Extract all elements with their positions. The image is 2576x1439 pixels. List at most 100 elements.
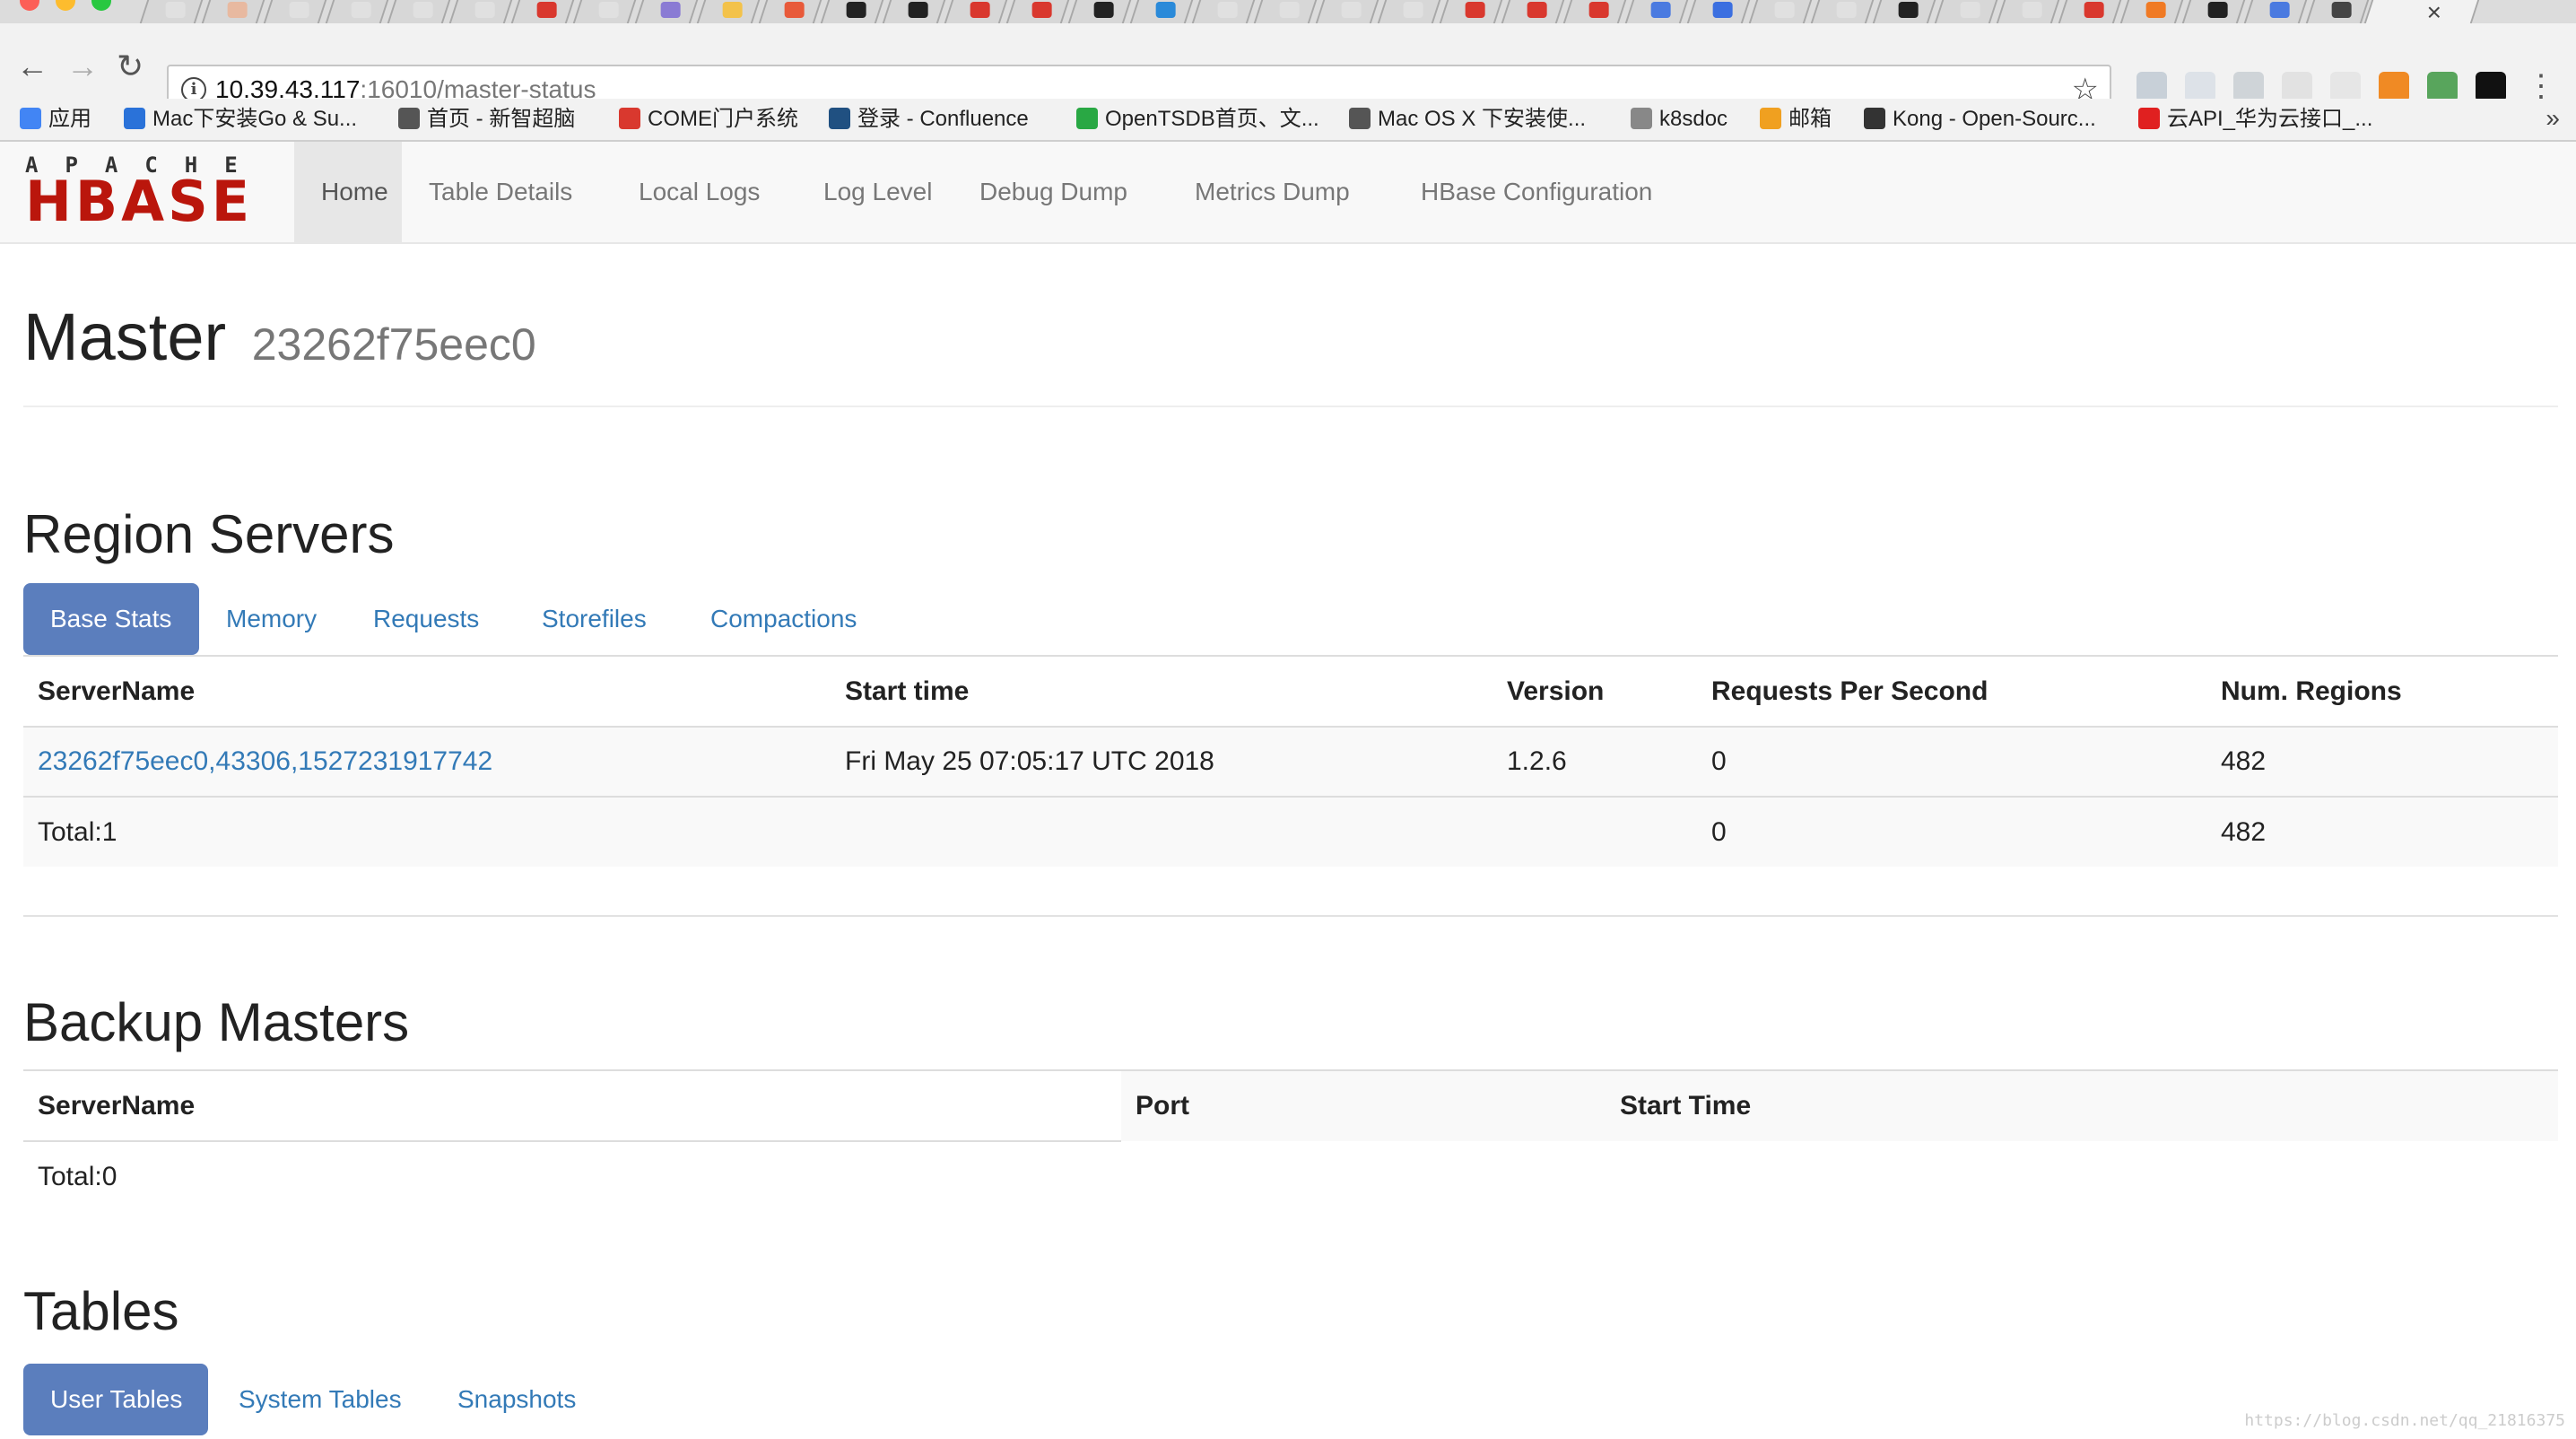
nav-home[interactable]: Home <box>294 142 402 242</box>
region-server-link[interactable]: 23262f75eec0,43306,1527231917742 <box>38 746 492 776</box>
browser-tab[interactable] <box>1439 0 1503 23</box>
browser-tab[interactable] <box>448 0 513 23</box>
browser-tab[interactable] <box>2305 0 2370 23</box>
tab-requests[interactable]: Requests <box>346 583 506 655</box>
browser-tab[interactable] <box>510 0 575 23</box>
bookmark-item[interactable]: 登录 - Confluence <box>829 106 1029 133</box>
nav-metrics-dump[interactable]: Metrics Dump <box>1168 142 1377 242</box>
tab-favicon-icon <box>2084 2 2104 18</box>
bookmark-item[interactable]: Mac下安装Go & Su... <box>124 106 357 133</box>
back-arrow-icon[interactable]: ← <box>16 50 48 83</box>
browser-tab[interactable] <box>1686 0 1751 23</box>
edit-page-icon <box>1349 108 1371 129</box>
browser-tab[interactable] <box>387 0 451 23</box>
browser-tab[interactable] <box>1005 0 1070 23</box>
tab-base-stats[interactable]: Base Stats <box>23 583 199 655</box>
hbase-logo[interactable]: APACHE HBASE <box>25 154 269 230</box>
bookmark-item[interactable]: 邮箱 <box>1760 106 1832 133</box>
tab-favicon-icon <box>413 2 433 18</box>
browser-tab[interactable] <box>1191 0 1256 23</box>
browser-tab[interactable] <box>882 0 946 23</box>
bookmark-label: Mac OS X 下安装使... <box>1378 107 1587 131</box>
bookmark-item[interactable]: 云API_华为云接口_... <box>2138 106 2372 133</box>
bookmarks-bar: 应用 Mac下安装Go & Su... 首页 - 新智超脑 COME门户系统 登录 - … <box>0 99 2576 142</box>
browser-tab[interactable] <box>1934 0 1998 23</box>
column-header: ServerName <box>23 1071 1121 1142</box>
bookmark-label: 邮箱 <box>1788 107 1832 131</box>
bookmark-item[interactable]: 应用 <box>20 106 91 133</box>
browser-tab[interactable] <box>696 0 761 23</box>
browser-tab[interactable] <box>1872 0 1936 23</box>
bookmark-item[interactable]: k8sdoc <box>1631 106 1727 133</box>
tab-memory[interactable]: Memory <box>199 583 344 655</box>
tab-compactions[interactable]: Compactions <box>683 583 883 655</box>
tab-storefiles[interactable]: Storefiles <box>515 583 674 655</box>
hbase-master-page: APACHE HBASE Home Table Details Local Lo… <box>0 142 2576 1439</box>
browser-tab[interactable] <box>2243 0 2308 23</box>
logo-hbase-text: HBASE <box>25 169 254 234</box>
bookmark-item[interactable]: Kong - Open-Sourc... <box>1864 106 2096 133</box>
nav-hbase-configuration[interactable]: HBase Configuration <box>1394 142 1679 242</box>
close-window-icon[interactable] <box>20 0 39 11</box>
browser-tab[interactable] <box>1624 0 1689 23</box>
extension-react-icon[interactable] <box>2185 72 2215 102</box>
extension-tree-icon[interactable] <box>2282 72 2312 102</box>
browser-tab[interactable] <box>2058 0 2122 23</box>
reload-icon[interactable]: ↻ <box>117 50 144 83</box>
browser-tab[interactable] <box>1129 0 1194 23</box>
bookmarks-overflow-icon[interactable]: » <box>2546 104 2560 133</box>
tab-favicon-icon <box>1588 2 1609 18</box>
minimize-window-icon[interactable] <box>56 0 75 11</box>
bookmark-item[interactable]: 首页 - 新智超脑 <box>398 106 575 133</box>
extension-dark-icon[interactable] <box>2476 72 2506 102</box>
table-cell: Total:1 <box>23 796 831 867</box>
tab-snapshots[interactable]: Snapshots <box>431 1364 603 1435</box>
browser-tab[interactable] <box>263 0 327 23</box>
browser-tab[interactable] <box>1562 0 1627 23</box>
browser-tab[interactable] <box>1996 0 2060 23</box>
column-header: Requests Per Second <box>1697 657 2206 728</box>
extension-window-icon[interactable] <box>2330 72 2361 102</box>
tables-heading: Tables <box>23 1281 179 1341</box>
tab-close-icon[interactable]: × <box>2427 0 2441 23</box>
extension-leaf-icon[interactable] <box>2427 72 2458 102</box>
bookmark-item[interactable]: OpenTSDB首页、文... <box>1076 106 1319 133</box>
bookmark-item[interactable]: Mac OS X 下安装使... <box>1349 106 1586 133</box>
browser-menu-icon[interactable]: ⋮ <box>2526 70 2556 102</box>
tab-favicon-icon <box>1774 2 1795 18</box>
browser-tab[interactable] <box>201 0 265 23</box>
c-blue-icon <box>124 108 145 129</box>
tab-user-tables[interactable]: User Tables <box>23 1364 208 1435</box>
nav-local-logs[interactable]: Local Logs <box>612 142 787 242</box>
browser-tab[interactable] <box>820 0 884 23</box>
browser-tab[interactable] <box>325 0 389 23</box>
browser-tab[interactable] <box>1253 0 1318 23</box>
nav-log-level[interactable]: Log Level <box>796 142 959 242</box>
browser-tab[interactable] <box>1067 0 1132 23</box>
bookmark-item[interactable]: COME门户系统 <box>619 106 798 133</box>
browser-tab[interactable] <box>1377 0 1441 23</box>
browser-tab[interactable] <box>1501 0 1565 23</box>
forward-arrow-icon[interactable]: → <box>66 50 99 83</box>
nav-debug-dump[interactable]: Debug Dump <box>953 142 1154 242</box>
tab-favicon-icon <box>2207 2 2228 18</box>
browser-tab[interactable] <box>572 0 637 23</box>
browser-tab[interactable] <box>1315 0 1379 23</box>
extension-pinwheel-icon[interactable] <box>2379 72 2409 102</box>
extension-image-icon[interactable] <box>2233 72 2264 102</box>
tab-system-tables[interactable]: System Tables <box>212 1364 429 1435</box>
extension-plane-icon[interactable] <box>2137 72 2167 102</box>
browser-tab[interactable] <box>2181 0 2246 23</box>
browser-tab[interactable] <box>139 0 204 23</box>
tab-favicon-icon <box>1403 2 1423 18</box>
bookmark-label: 应用 <box>48 107 91 131</box>
browser-tab[interactable] <box>2119 0 2184 23</box>
zoom-window-icon[interactable] <box>91 0 111 11</box>
browser-tab[interactable] <box>634 0 699 23</box>
nav-table-details[interactable]: Table Details <box>402 142 599 242</box>
browser-tab[interactable] <box>1748 0 1813 23</box>
browser-tab[interactable] <box>1810 0 1875 23</box>
browser-tab[interactable] <box>944 0 1008 23</box>
active-browser-tab[interactable] <box>2363 0 2480 23</box>
browser-tab[interactable] <box>758 0 822 23</box>
